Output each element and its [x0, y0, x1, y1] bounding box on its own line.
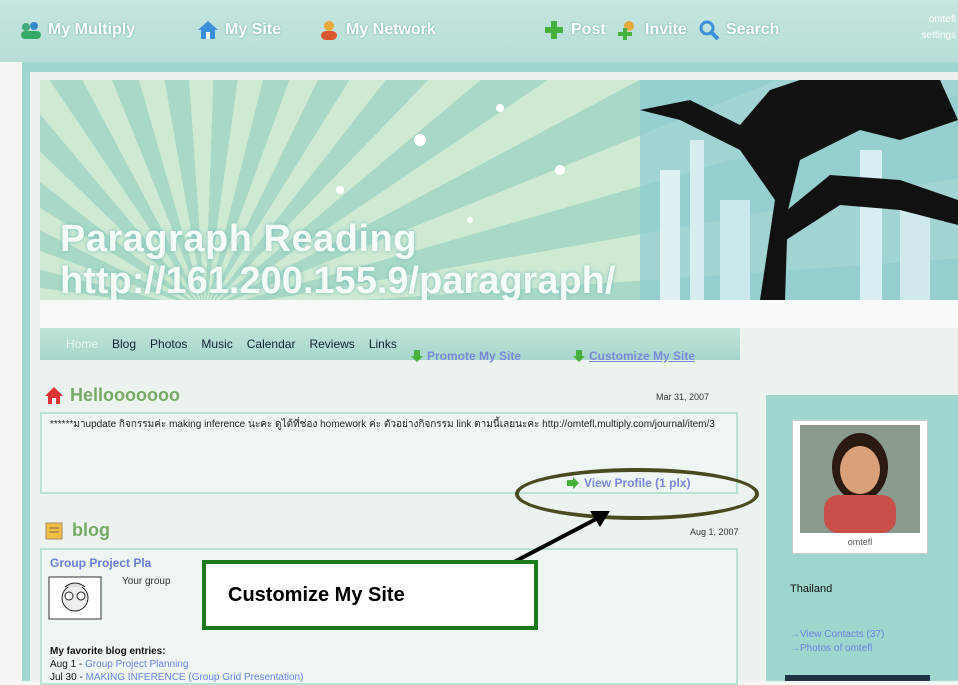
avatar-icon: [48, 576, 102, 620]
tab-reviews[interactable]: Reviews: [309, 337, 354, 351]
green-arrow-icon: [411, 350, 423, 362]
blog-post-title[interactable]: Group Project Pla: [50, 556, 151, 570]
top-navigation: My Multiply My Site My Network Post Invi…: [0, 0, 958, 62]
customize-site-link[interactable]: Customize My Site: [572, 349, 695, 363]
promote-site-link[interactable]: Promote My Site: [410, 349, 521, 363]
house-icon: [45, 386, 63, 404]
person-icon: [321, 21, 337, 40]
blog-date: Aug 1, 2007: [690, 527, 739, 537]
callout-box: Customize My Site: [202, 560, 538, 630]
profile-photo[interactable]: omtefl: [792, 420, 928, 554]
notepad-icon: [45, 522, 63, 539]
hello-heading: Hellooooooo: [44, 385, 180, 406]
green-arrow-icon: [573, 350, 585, 362]
tab-blog[interactable]: Blog: [112, 337, 136, 351]
banner-divider: [40, 300, 958, 328]
sidebar-bottom-bar: [785, 675, 930, 681]
settings-link[interactable]: settings: [922, 30, 956, 41]
house-icon: [198, 21, 218, 39]
nav-search[interactable]: Search: [698, 18, 779, 42]
username-link[interactable]: omtefl: [929, 14, 956, 25]
favorite-entry-1: Aug 1 - Group Project Planning: [50, 659, 189, 670]
nav-my-multiply[interactable]: My Multiply: [20, 18, 135, 42]
tab-music[interactable]: Music: [201, 337, 232, 351]
people-icon: [21, 22, 41, 39]
profile-country: Thailand: [790, 583, 833, 595]
nav-my-site[interactable]: My Site: [197, 18, 281, 42]
nav-post[interactable]: Post: [543, 18, 606, 42]
tab-links[interactable]: Links: [369, 337, 397, 351]
plus-icon: [545, 21, 563, 39]
profile-username: omtefl: [847, 537, 873, 547]
hello-text: ******มาupdate กิจกรรมค่ะ making inferen…: [50, 419, 715, 430]
magnifier-icon: [699, 20, 720, 41]
tab-calendar[interactable]: Calendar: [247, 337, 296, 351]
tab-home[interactable]: Home: [66, 337, 98, 351]
favorites-label: My favorite blog entries:: [50, 646, 166, 657]
favorite-entry-2: Jul 30 - MAKING INFERENCE (Group Grid Pr…: [50, 672, 304, 683]
banner-title: Paragraph Reading: [60, 218, 417, 260]
blog-post-text: Your group: [122, 576, 171, 587]
profile-links: →View Contacts (37) →Photos of omtefl: [790, 628, 884, 656]
view-contacts-link[interactable]: →View Contacts (37): [790, 628, 884, 642]
nav-my-network[interactable]: My Network: [318, 18, 436, 42]
banner-url: http://161.200.155.9/paragraph/: [60, 260, 616, 300]
tab-photos[interactable]: Photos: [150, 337, 187, 351]
invite-icon: [618, 21, 634, 40]
photos-link[interactable]: →Photos of omtefl: [790, 642, 884, 656]
hello-date: Mar 31, 2007: [656, 392, 710, 402]
profile-photo-image: [800, 425, 920, 533]
nav-invite[interactable]: Invite: [617, 18, 687, 42]
blog-heading: blog: [44, 520, 110, 541]
site-banner: Paragraph Reading http://161.200.155.9/p…: [40, 80, 958, 300]
